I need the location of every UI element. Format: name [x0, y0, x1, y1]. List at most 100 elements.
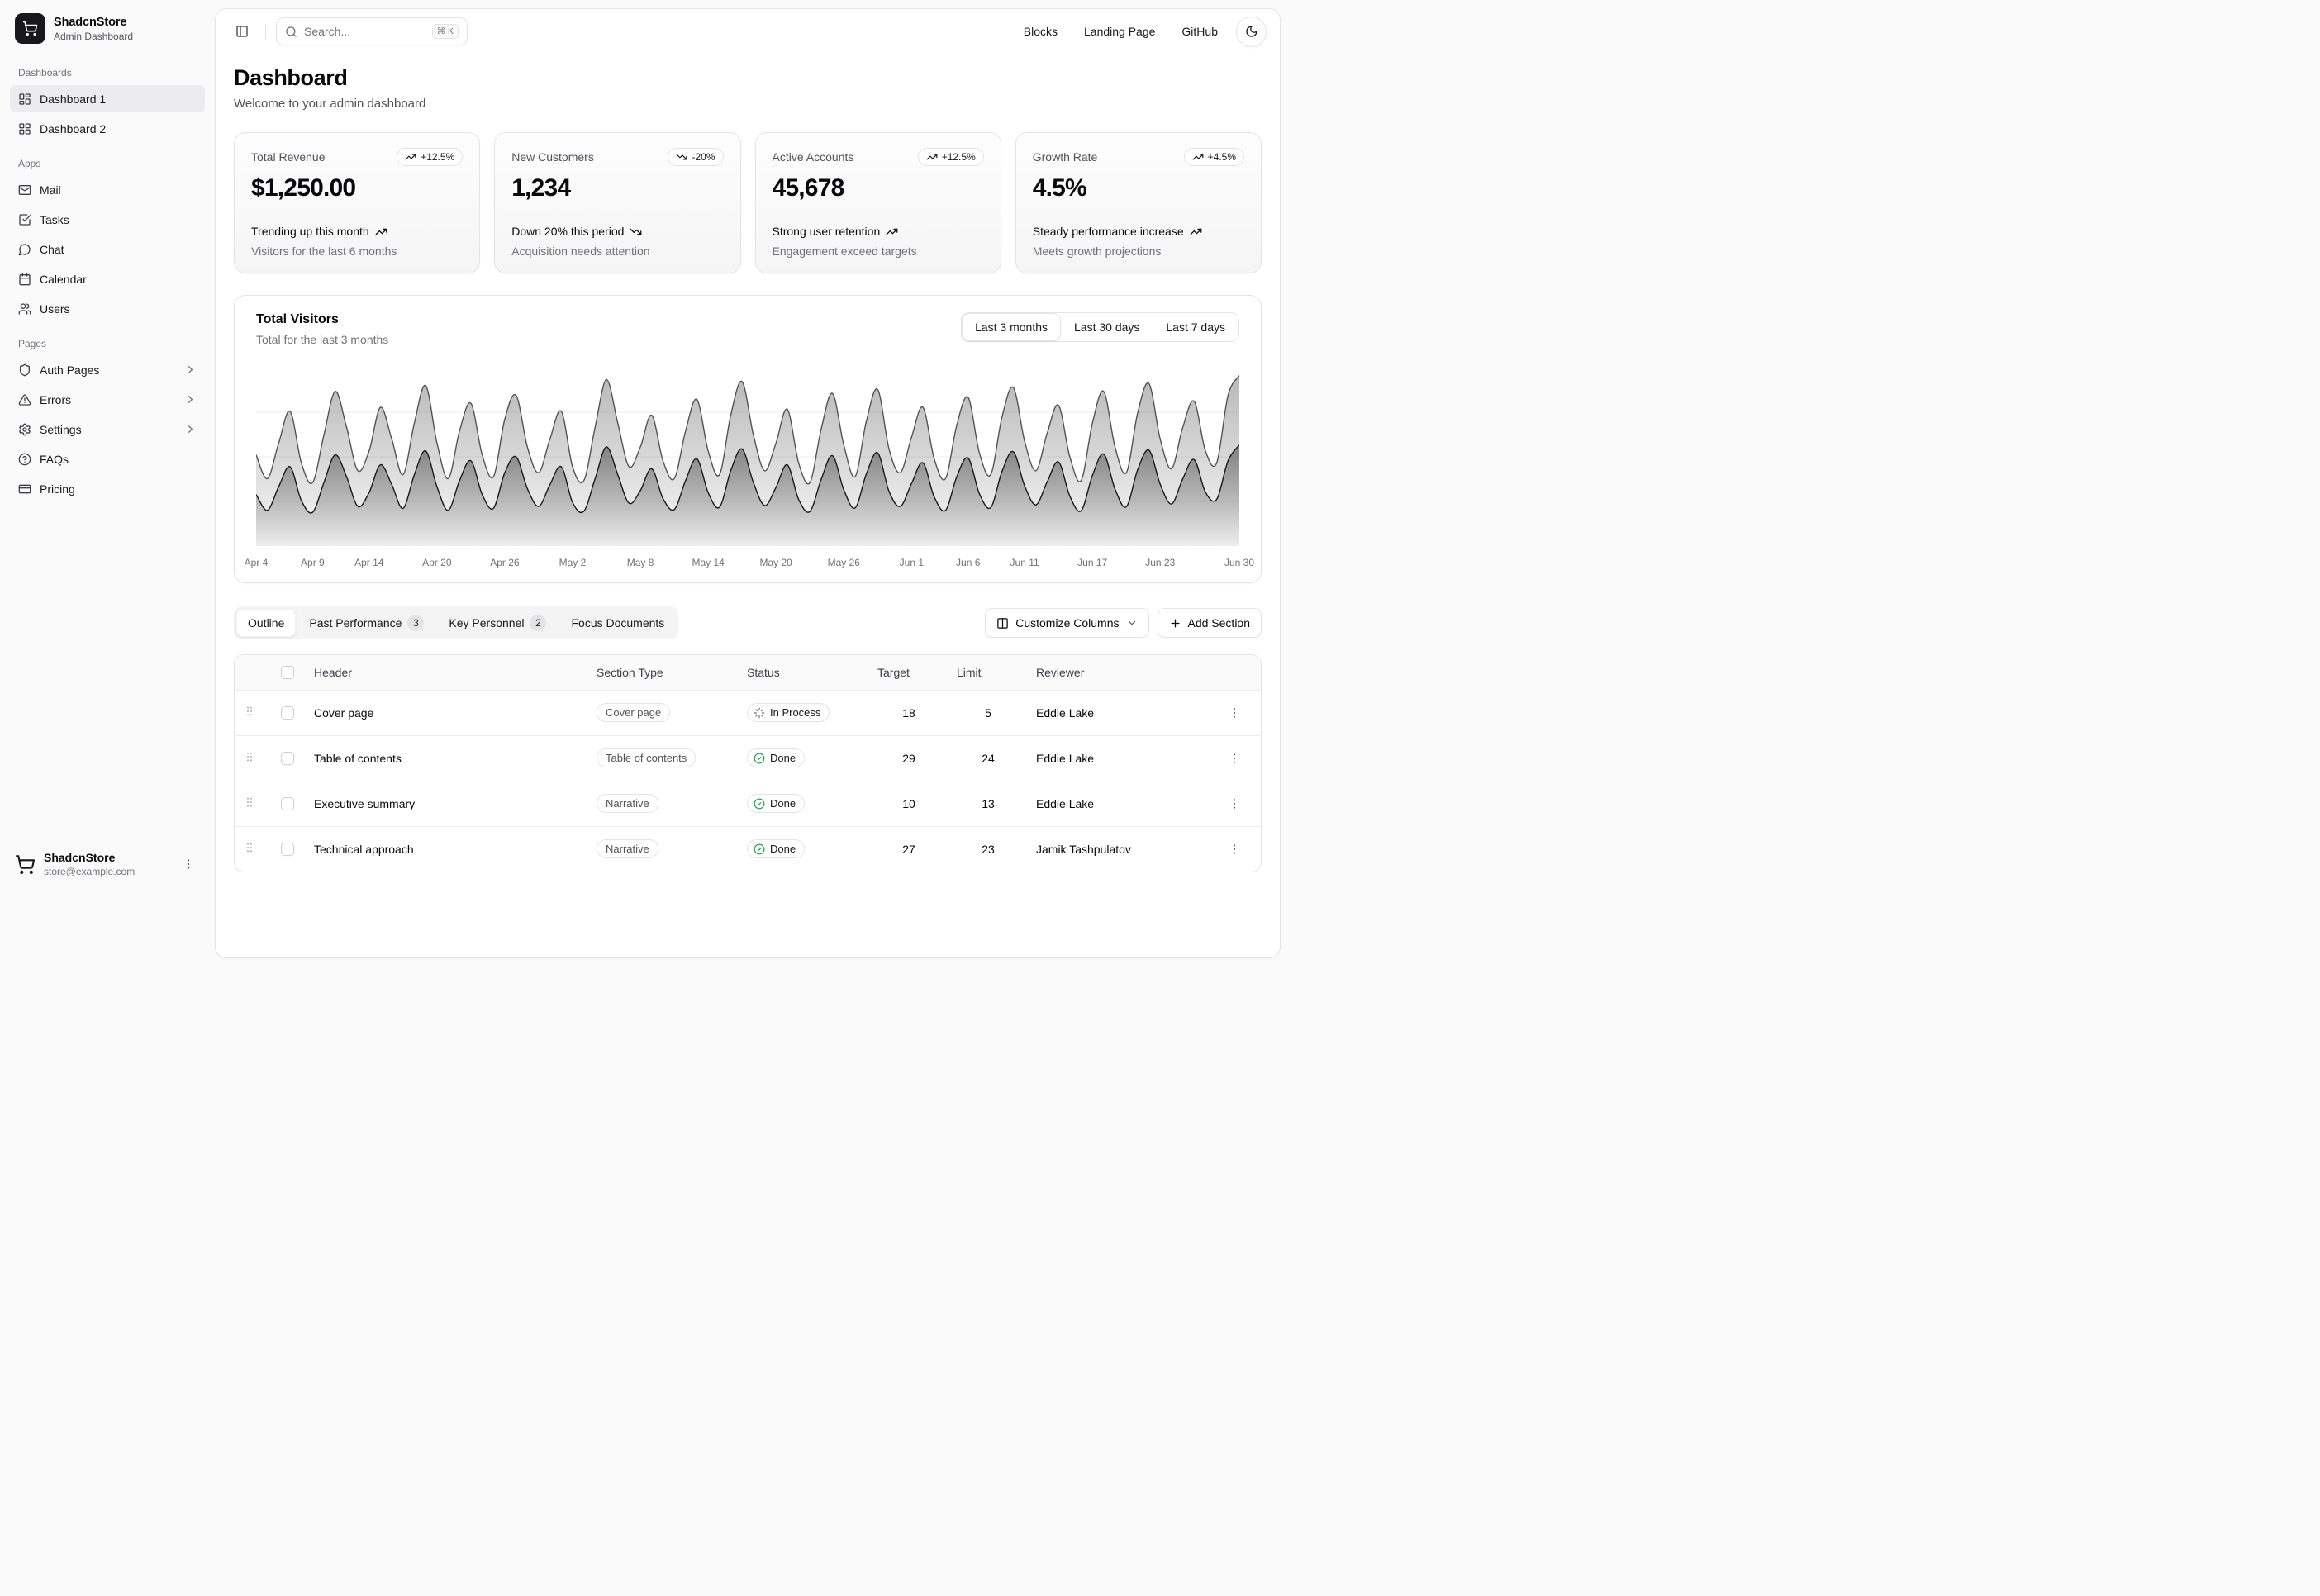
tab-past-performance[interactable]: Past Performance3	[297, 609, 435, 637]
search-box[interactable]: ⌘ K	[276, 17, 468, 45]
layout-grid-icon	[18, 122, 31, 135]
settings-icon	[18, 423, 31, 436]
x-tick-label: Jun 17	[1077, 557, 1107, 568]
range-last-30-days[interactable]: Last 30 days	[1061, 313, 1153, 341]
square-check-icon	[18, 213, 31, 226]
cell-limit: 13	[948, 781, 1028, 826]
sidebar-toggle-button[interactable]	[229, 18, 255, 45]
sidebar-item-mail[interactable]: Mail	[10, 176, 205, 203]
stat-description: Acquisition needs attention	[511, 245, 723, 258]
table-head: HeaderSection TypeStatusTargetLimitRevie…	[235, 655, 1261, 690]
tab-focus-documents[interactable]: Focus Documents	[559, 609, 676, 637]
range-toggle-group: Last 3 monthsLast 30 daysLast 7 days	[961, 312, 1239, 342]
footer-menu-button[interactable]	[177, 853, 200, 876]
sidebar-item-auth-pages[interactable]: Auth Pages	[10, 356, 205, 383]
ellipsis-vertical-icon	[1228, 797, 1241, 810]
grip-vertical-icon[interactable]	[243, 841, 256, 854]
column-header-drag	[235, 655, 273, 690]
sidebar-item-calendar[interactable]: Calendar	[10, 265, 205, 292]
add-section-button[interactable]: Add Section	[1158, 608, 1262, 638]
section-type-badge: Narrative	[597, 794, 658, 813]
top-link-landing-page[interactable]: Landing Page	[1084, 25, 1155, 38]
x-tick-label: Jun 23	[1145, 557, 1175, 568]
row-menu-button[interactable]	[1223, 838, 1246, 861]
tab-key-personnel[interactable]: Key Personnel2	[437, 609, 558, 637]
cell-reviewer: Eddie Lake	[1028, 781, 1215, 826]
trending-up-icon	[1192, 151, 1204, 163]
sidebar-item-label: Tasks	[40, 213, 197, 226]
trending-up-icon	[926, 151, 938, 163]
row-checkbox[interactable]	[281, 706, 294, 720]
grip-vertical-icon[interactable]	[243, 750, 256, 763]
x-tick-label: Jun 6	[956, 557, 980, 568]
sidebar-item-faqs[interactable]: FAQs	[10, 445, 205, 473]
cell-select	[273, 735, 306, 781]
top-link-blocks[interactable]: Blocks	[1024, 25, 1058, 38]
page-content: Dashboard Welcome to your admin dashboar…	[216, 54, 1280, 892]
stat-value: 1,234	[511, 174, 723, 202]
row-menu-button[interactable]	[1223, 792, 1246, 815]
sidebar-item-dashboard-1[interactable]: Dashboard 1	[10, 85, 205, 112]
tab-label: Key Personnel	[449, 616, 524, 629]
stat-trend-line: Trending up this month	[251, 225, 463, 238]
table-row: Table of contentsTable of contentsDone29…	[235, 735, 1261, 781]
footer-account-email: store@example.com	[44, 866, 135, 877]
tabs: OutlinePast Performance3Key Personnel2 Fo…	[234, 606, 678, 639]
stat-value: $1,250.00	[251, 174, 463, 202]
sidebar-item-chat[interactable]: Chat	[10, 235, 205, 263]
select-all-checkbox[interactable]	[281, 666, 294, 679]
page-subtitle: Welcome to your admin dashboard	[234, 97, 1262, 111]
cell-select	[273, 781, 306, 826]
chart-subtitle: Total for the last 3 months	[256, 333, 388, 346]
sidebar-item-label: Calendar	[40, 273, 197, 286]
sidebar-item-pricing[interactable]: Pricing	[10, 475, 205, 502]
cell-drag	[235, 690, 273, 735]
visitors-card-titles: Total Visitors Total for the last 3 mont…	[256, 312, 388, 346]
trend-badge-value: +4.5%	[1208, 151, 1236, 163]
tab-outline[interactable]: Outline	[236, 609, 296, 637]
cell-drag	[235, 781, 273, 826]
row-menu-button[interactable]	[1223, 747, 1246, 770]
stat-description: Meets growth projections	[1033, 245, 1244, 258]
sidebar-item-dashboard-2[interactable]: Dashboard 2	[10, 115, 205, 142]
stat-card-active-accounts: Active Accounts+12.5%45,678Strong user r…	[755, 132, 1001, 273]
search-input[interactable]	[304, 25, 425, 38]
range-last-7-days[interactable]: Last 7 days	[1153, 313, 1238, 341]
shopping-cart-icon	[22, 21, 38, 36]
cell-header: Table of contents	[306, 735, 588, 781]
customize-columns-button[interactable]: Customize Columns	[985, 608, 1148, 638]
cell-limit: 23	[948, 826, 1028, 872]
trend-badge-value: +12.5%	[942, 151, 976, 163]
message-circle-icon	[18, 243, 31, 256]
tab-label: Focus Documents	[571, 616, 664, 629]
visitors-area-chart	[256, 368, 1239, 546]
row-checkbox[interactable]	[281, 797, 294, 810]
sidebar-nav: DashboardsDashboard 1Dashboard 2AppsMail…	[10, 54, 205, 844]
chevron-right-icon	[184, 393, 197, 406]
x-tick-label: Jun 30	[1224, 557, 1254, 568]
cell-section-type: Table of contents	[588, 735, 739, 781]
cell-header: Technical approach	[306, 826, 588, 872]
sidebar-item-tasks[interactable]: Tasks	[10, 206, 205, 233]
nav-section-label: Apps	[10, 145, 205, 176]
brand[interactable]: ShadcnStore Admin Dashboard	[10, 8, 205, 49]
sidebar-item-errors[interactable]: Errors	[10, 386, 205, 413]
row-menu-button[interactable]	[1223, 701, 1246, 724]
row-checkbox[interactable]	[281, 843, 294, 856]
cell-status: Done	[739, 735, 869, 781]
row-checkbox[interactable]	[281, 752, 294, 765]
calendar-icon	[18, 273, 31, 286]
trending-up-icon	[886, 226, 898, 238]
sidebar-item-settings[interactable]: Settings	[10, 416, 205, 443]
sidebar-item-users[interactable]: Users	[10, 295, 205, 322]
grip-vertical-icon[interactable]	[243, 705, 256, 718]
trend-badge: -20%	[668, 148, 723, 166]
sidebar-footer[interactable]: ShadcnStore store@example.com	[10, 844, 205, 884]
theme-toggle-button[interactable]	[1236, 17, 1267, 47]
loader-icon	[754, 707, 765, 719]
triangle-alert-icon	[18, 393, 31, 406]
top-link-github[interactable]: GitHub	[1181, 25, 1218, 38]
range-last-3-months[interactable]: Last 3 months	[962, 313, 1061, 341]
grip-vertical-icon[interactable]	[243, 796, 256, 809]
customize-columns-label: Customize Columns	[1015, 616, 1119, 629]
